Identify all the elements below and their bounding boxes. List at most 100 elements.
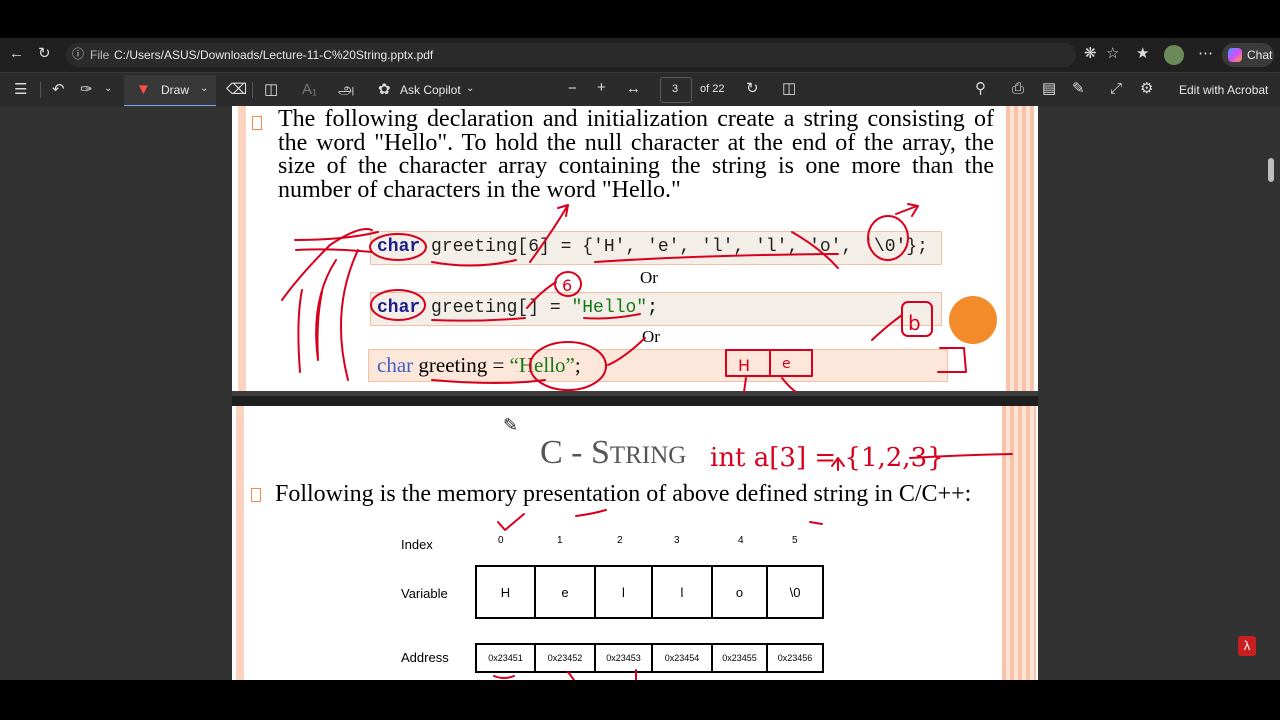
draw-pen-icon: ▼ bbox=[136, 81, 151, 98]
app-icon[interactable]: ❋ bbox=[1084, 46, 1097, 61]
code-block-3: char greeting = “Hello”; bbox=[368, 349, 948, 382]
code-block-2: char greeting[] = "Hello"; bbox=[370, 292, 942, 326]
keyword-char: char bbox=[377, 298, 421, 318]
rotate-icon[interactable]: ↻ bbox=[746, 81, 759, 96]
keyword-char: char bbox=[377, 237, 421, 257]
copilot-chat-button[interactable]: Chat bbox=[1222, 43, 1274, 67]
or-label-2: Or bbox=[642, 327, 660, 346]
semicolon: ; bbox=[574, 353, 581, 377]
title-rest: TRING bbox=[609, 442, 687, 469]
pdf-page-2: C - STRING Following is the memory prese… bbox=[232, 406, 1038, 680]
browser-address-bar: ← ↻ ⓘ File C:/Users/ASUS/Downloads/Lectu… bbox=[0, 38, 1280, 72]
slide2-bullet-text: Following is the memory presentation of … bbox=[275, 481, 972, 507]
title-prefix: C - S bbox=[540, 434, 610, 471]
laser-pointer bbox=[949, 296, 997, 344]
info-icon[interactable]: ⓘ bbox=[72, 48, 84, 60]
chevron-down-icon[interactable]: ⌄ bbox=[104, 84, 112, 94]
variable-cell: o bbox=[711, 565, 768, 619]
index-value: 5 bbox=[792, 535, 798, 546]
print-icon[interactable]: ⎙ bbox=[1012, 81, 1024, 96]
bottom-bar bbox=[0, 680, 1280, 720]
eraser-icon[interactable]: ⌫ bbox=[226, 82, 247, 97]
settings-gear-icon[interactable]: ⚙ bbox=[1140, 81, 1153, 96]
pencil-cursor-icon: ✎ bbox=[503, 415, 519, 435]
search-icon[interactable]: ⚲ bbox=[975, 81, 986, 96]
code-block-1: char greeting[6] = {'H', 'e', 'l', 'l', … bbox=[370, 231, 942, 265]
draw-label: Draw bbox=[161, 83, 190, 97]
page-total: of 22 bbox=[700, 83, 725, 95]
address-cell: 0x23456 bbox=[766, 643, 824, 673]
index-value: 3 bbox=[674, 535, 680, 546]
translate-icon[interactable]: அ bbox=[338, 82, 355, 97]
variable-label: Variable bbox=[401, 586, 448, 601]
address-cell: 0x23452 bbox=[534, 643, 596, 673]
slide-border-left bbox=[238, 106, 246, 396]
refresh-icon[interactable]: ↻ bbox=[38, 46, 51, 61]
index-value: 0 bbox=[498, 535, 504, 546]
draw-button[interactable]: ▼ Draw ⌄ bbox=[124, 75, 216, 107]
copilot-icon[interactable]: ✿ bbox=[378, 82, 391, 97]
read-aloud-icon: A₁ bbox=[302, 81, 318, 98]
divider bbox=[252, 82, 253, 98]
bullet-marker bbox=[252, 116, 262, 130]
address-cell: 0x23454 bbox=[651, 643, 713, 673]
file-label: File bbox=[90, 48, 110, 62]
code-line-1: greeting[6] = {'H', 'e', 'l', 'l', 'o', … bbox=[420, 237, 928, 257]
avatar[interactable] bbox=[1164, 45, 1184, 65]
index-value: 2 bbox=[617, 535, 623, 546]
undo-icon[interactable]: ↶ bbox=[52, 82, 65, 97]
variable-cell: H bbox=[475, 565, 536, 619]
chevron-down-icon[interactable]: ⌄ bbox=[466, 84, 474, 94]
favorite-star-icon[interactable]: ☆ bbox=[1106, 46, 1119, 61]
ask-copilot-label[interactable]: Ask Copilot bbox=[400, 83, 461, 97]
index-value: 1 bbox=[557, 535, 563, 546]
pdf-page-1: The following declaration and initializa… bbox=[232, 106, 1038, 396]
code-line-3: greeting = bbox=[413, 353, 510, 377]
favorites-icon[interactable]: ★ bbox=[1136, 46, 1149, 61]
zoom-out-icon[interactable]: − bbox=[568, 81, 577, 96]
save-as-icon[interactable]: ✎ bbox=[1072, 81, 1085, 96]
keyword-char: char bbox=[377, 353, 414, 377]
address-label: Address bbox=[401, 650, 449, 665]
back-icon[interactable]: ← bbox=[9, 46, 24, 61]
code-line-2: greeting[] = bbox=[420, 298, 572, 318]
expand-icon[interactable]: ⤢ bbox=[1110, 81, 1122, 96]
string-literal: “Hello” bbox=[509, 353, 575, 377]
acrobat-logo-icon[interactable]: λ bbox=[1238, 636, 1256, 656]
string-literal: "Hello" bbox=[571, 298, 648, 318]
highlight-icon[interactable]: ✑ bbox=[80, 82, 93, 97]
variable-cell: l bbox=[651, 565, 713, 619]
text-box-icon[interactable]: ◫ bbox=[264, 82, 278, 97]
or-label-1: Or bbox=[640, 268, 658, 287]
address-cell: 0x23451 bbox=[475, 643, 536, 673]
vertical-scrollbar[interactable] bbox=[1268, 158, 1274, 182]
bullet-marker bbox=[251, 488, 261, 502]
page-view-icon[interactable]: ◫ bbox=[782, 81, 796, 96]
edit-with-acrobat-button[interactable]: Edit with Acrobat bbox=[1179, 83, 1268, 97]
index-value: 4 bbox=[738, 535, 744, 546]
chat-label: Chat bbox=[1247, 48, 1273, 62]
semicolon: ; bbox=[647, 298, 658, 318]
index-label: Index bbox=[401, 537, 433, 552]
url-field[interactable]: ⓘ File C:/Users/ASUS/Downloads/Lecture-1… bbox=[66, 43, 1076, 67]
address-cell: 0x23453 bbox=[594, 643, 653, 673]
variable-cell: \0 bbox=[766, 565, 824, 619]
slide-border-right bbox=[1002, 406, 1036, 680]
url-text[interactable]: C:/Users/ASUS/Downloads/Lecture-11-C%20S… bbox=[114, 48, 433, 62]
chevron-down-icon[interactable]: ⌄ bbox=[200, 84, 208, 94]
zoom-in-icon[interactable]: + bbox=[597, 80, 606, 95]
fit-page-icon[interactable]: ↔ bbox=[626, 81, 641, 96]
divider bbox=[40, 82, 41, 98]
slide1-bullet-text: The following declaration and initializa… bbox=[278, 106, 994, 203]
variable-cell: e bbox=[534, 565, 596, 619]
save-icon[interactable]: ▤ bbox=[1042, 81, 1056, 96]
current-page: 3 bbox=[672, 83, 679, 95]
page-number-input[interactable]: 3 bbox=[660, 77, 692, 103]
page-separator bbox=[232, 396, 1038, 406]
copilot-icon bbox=[1228, 48, 1242, 62]
contents-icon[interactable]: ☰ bbox=[14, 82, 27, 97]
more-menu-icon[interactable]: ⋯ bbox=[1198, 46, 1213, 61]
variable-cell: l bbox=[594, 565, 653, 619]
slide-border-right bbox=[1006, 106, 1034, 396]
pdf-toolbar: ☰ ↶ ✑ ⌄ ▼ Draw ⌄ ⌫ ◫ A₁ அ ✿ Ask Copilot … bbox=[0, 72, 1280, 107]
